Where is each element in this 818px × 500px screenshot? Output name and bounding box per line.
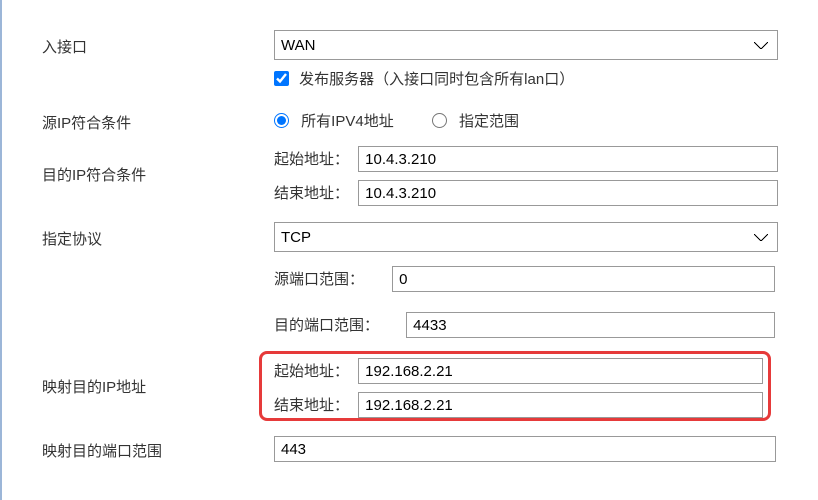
in-interface-select[interactable]: WAN — [274, 30, 778, 60]
dest-start-addr-label: 起始地址： — [274, 148, 354, 169]
dest-end-addr-label: 结束地址： — [274, 182, 354, 203]
map-start-addr-label: 起始地址： — [274, 360, 354, 381]
dest-port-range-label: 目的端口范围： — [274, 314, 402, 335]
in-interface-label: 入接口 — [42, 36, 242, 57]
src-ip-cond-label: 源IP符合条件 — [42, 112, 242, 133]
map-dest-port-label: 映射目的端口范围 — [42, 440, 242, 461]
publish-server-checkbox[interactable] — [274, 71, 289, 86]
map-start-addr-input[interactable] — [358, 358, 763, 384]
publish-server-label: 发布服务器（入接口同时包含所有lan口） — [299, 71, 574, 88]
publish-server-checkbox-wrap[interactable]: 发布服务器（入接口同时包含所有lan口） — [274, 71, 574, 88]
form-panel: 入接口 WAN 发布服务器（入接口同时包含所有lan口） 源IP符合条件 所有I… — [0, 0, 818, 500]
dest-end-addr-input[interactable] — [358, 180, 778, 206]
dest-port-range-input[interactable] — [406, 312, 775, 338]
dest-ip-cond-label: 目的IP符合条件 — [42, 164, 242, 185]
dest-start-addr-input[interactable] — [358, 146, 778, 172]
radio-range-label: 指定范围 — [459, 113, 519, 130]
map-dest-ip-label: 映射目的IP地址 — [42, 376, 242, 397]
radio-range-wrap[interactable]: 指定范围 — [432, 113, 519, 130]
map-end-addr-input[interactable] — [358, 392, 763, 418]
proto-label: 指定协议 — [42, 228, 242, 249]
map-dest-port-input[interactable] — [274, 436, 776, 462]
radio-all-ipv4-label: 所有IPV4地址 — [301, 113, 394, 130]
proto-select[interactable]: TCP — [274, 222, 778, 252]
src-port-range-input[interactable] — [392, 266, 775, 292]
map-end-addr-label: 结束地址： — [274, 394, 354, 415]
radio-range[interactable] — [432, 113, 447, 128]
radio-all-ipv4-wrap[interactable]: 所有IPV4地址 — [274, 113, 398, 130]
radio-all-ipv4[interactable] — [274, 113, 289, 128]
src-port-range-label: 源端口范围： — [274, 268, 388, 289]
